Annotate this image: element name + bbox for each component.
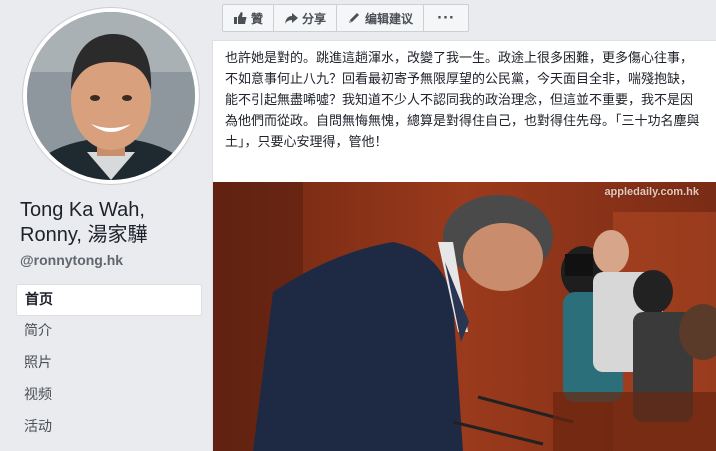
avatar[interactable]: [27, 12, 195, 180]
photo-watermark: appledaily.com.hk: [604, 186, 699, 198]
nav-item-events[interactable]: 活动: [16, 412, 202, 444]
profile-picture-frame[interactable]: [23, 8, 199, 184]
share-label: 分享: [302, 11, 327, 26]
like-label: 贊: [251, 11, 264, 26]
facebook-page: Tong Ka Wah, Ronny, 湯家驊 @ronnytong.hk 首页…: [0, 0, 716, 451]
profile-handle[interactable]: @ronnytong.hk: [20, 252, 123, 268]
profile-nav: 首页 简介 照片 视频 活动: [16, 284, 202, 444]
share-button[interactable]: 分享: [274, 5, 338, 31]
nav-item-about[interactable]: 简介: [16, 316, 202, 348]
thumbs-up-icon: [233, 11, 247, 25]
profile-name[interactable]: Tong Ka Wah, Ronny, 湯家驊: [20, 198, 210, 248]
post-photo[interactable]: appledaily.com.hk: [213, 182, 716, 451]
left-column: Tong Ka Wah, Ronny, 湯家驊 @ronnytong.hk 首页…: [0, 0, 212, 451]
post-card: 也許她是對的。跳進這趟渾水，改變了我一生。政途上很多困難，更多傷心往事，不如意事…: [212, 40, 716, 451]
suggest-edits-button[interactable]: 编辑建议: [337, 5, 425, 31]
like-button[interactable]: 贊: [223, 5, 275, 31]
nav-item-home[interactable]: 首页: [16, 284, 202, 316]
suggest-edits-label: 编辑建议: [365, 11, 414, 26]
nav-item-videos[interactable]: 视频: [16, 380, 202, 412]
avatar-image: [27, 12, 195, 180]
post-text: 也許她是對的。跳進這趟渾水，改變了我一生。政途上很多困難，更多傷心往事，不如意事…: [225, 51, 700, 150]
photo-image: [213, 182, 716, 451]
pencil-icon: [347, 11, 361, 25]
more-options-button[interactable]: ···: [424, 5, 468, 31]
page-action-toolbar: 贊 分享 编辑建议 ···: [222, 4, 469, 32]
nav-item-photos[interactable]: 照片: [16, 348, 202, 380]
share-arrow-icon: [284, 11, 299, 25]
